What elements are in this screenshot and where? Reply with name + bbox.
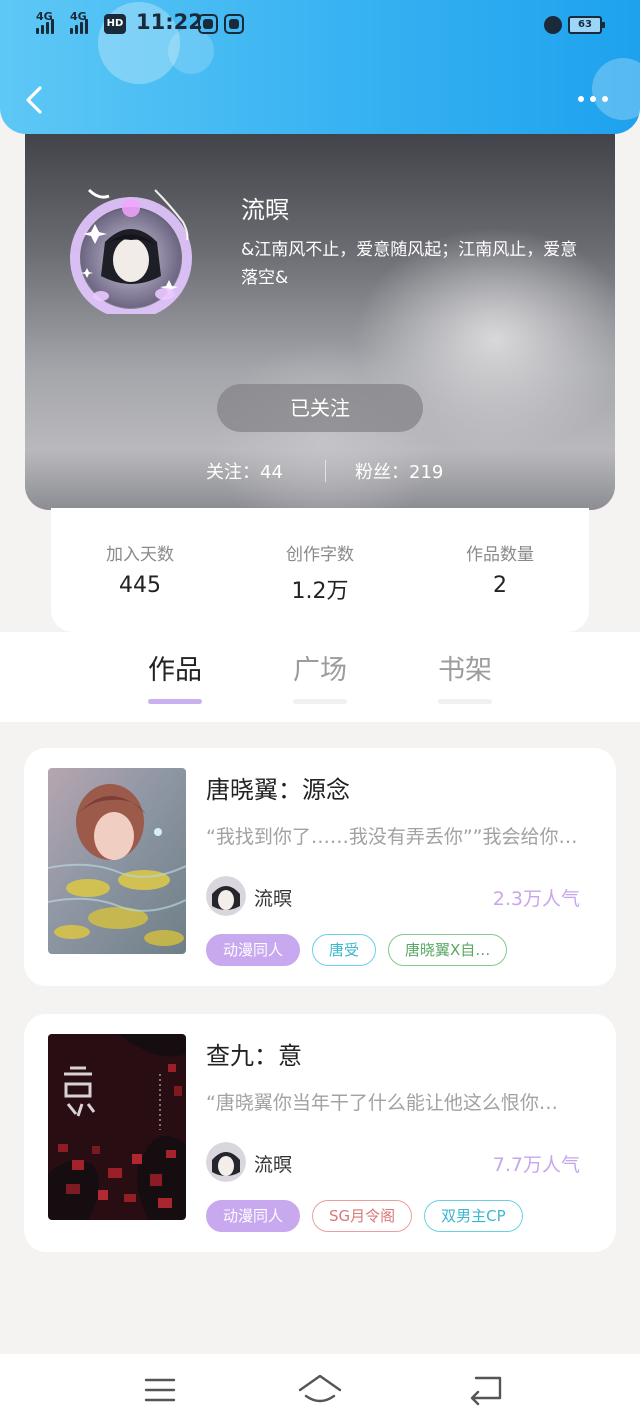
stat-label: 加入天数 [106,545,174,565]
app-notification-icon [224,14,244,34]
hd-badge: HD [104,14,126,34]
home-icon [298,1374,342,1403]
work-card[interactable]: 唐晓翼：源念 “我找到你了……我没有弄丢你””我会给你… 流暝 2.3万人气 动… [24,748,616,986]
popularity-count: 2.3万人气 [492,888,580,910]
work-cover-image[interactable] [48,768,186,954]
profile-name: 流暝 [241,196,289,224]
back-button[interactable] [18,78,52,122]
app-notification-icon [198,14,218,34]
work-title[interactable]: 唐晓翼：源念 [206,770,350,805]
follow-button[interactable]: 已关注 [217,384,423,432]
stat-label: 作品数量 [466,545,534,565]
nav-home-button[interactable] [298,1372,342,1408]
alarm-icon [544,16,562,34]
signal-icon: 4G [36,10,54,34]
nav-menu-button[interactable] [138,1372,182,1408]
following-count[interactable]: 关注：44 [206,458,283,484]
tab-bar: 作品 广场 书架 [0,632,640,722]
tag[interactable]: SG月令阁 [312,1200,413,1232]
author-name: 流暝 [254,1154,293,1176]
battery-icon: 63 [568,16,605,34]
stat-label: 创作字数 [286,545,354,565]
tab-label: 作品 [148,655,202,686]
menu-icon [144,1378,176,1402]
popularity-count: 7.7万人气 [492,1154,580,1176]
system-nav-bar [0,1354,640,1428]
stat-value: 2 [493,573,507,598]
top-header: 4G 4G HD 11:22 63 [0,0,640,134]
work-card[interactable]: 查九：意 “唐晓翼你当年干了什么能让他这么恨你… 流暝 7.7万人气 动漫同人 … [24,1014,616,1252]
tab-label: 书架 [438,655,492,686]
stat-value: 445 [119,573,161,598]
work-excerpt: “我找到你了……我没有弄丢你””我会给你… [206,826,578,848]
profile-banner: 流暝 &江南风不止，爱意随风起；江南风止，爱意落空& 已关注 关注：44 粉丝：… [25,110,615,510]
work-cover-image[interactable] [48,1034,186,1220]
status-bar: 4G 4G HD 11:22 63 [0,8,640,42]
status-time: 11:22 [136,10,203,34]
nav-back-button[interactable] [466,1372,510,1408]
profile-bio: &江南风不止，爱意随风起；江南风止，爱意落空& [241,240,578,288]
tag-list: 动漫同人 唐受 唐晓翼X自… [206,934,508,966]
work-excerpt: “唐晓翼你当年干了什么能让他这么恨你… [206,1092,558,1114]
tab-label: 广场 [293,655,347,686]
tag-list: 动漫同人 SG月令阁 双男主CP [206,1200,523,1232]
tag[interactable]: 唐受 [312,934,377,966]
network-label: 4G [36,10,53,23]
tab-indicator [148,699,202,704]
tab-works[interactable]: 作品 [135,648,215,704]
profile-avatar[interactable] [65,164,205,314]
author-name: 流暝 [254,888,293,910]
network-label: 4G [70,10,87,23]
stat-works-count: 作品数量 2 [430,540,570,598]
stat-word-count: 创作字数 1.2万 [250,540,390,605]
work-title[interactable]: 查九：意 [206,1036,302,1071]
more-dots-icon [578,96,584,102]
author-avatar[interactable] [206,876,246,916]
chevron-left-icon [26,86,42,114]
tag[interactable]: 动漫同人 [206,1200,301,1232]
author-avatar[interactable] [206,1142,246,1182]
signal-icon: 4G [70,10,88,34]
return-icon [470,1376,502,1406]
more-button[interactable] [572,84,614,114]
tag[interactable]: 唐晓翼X自… [388,934,508,966]
stat-join-days: 加入天数 445 [70,540,210,598]
tab-indicator [293,699,347,704]
tab-bookshelf[interactable]: 书架 [425,648,505,704]
stats-card: 加入天数 445 创作字数 1.2万 作品数量 2 [51,508,589,632]
tag[interactable]: 双男主CP [424,1200,523,1232]
tab-square[interactable]: 广场 [280,648,360,704]
divider [325,460,326,482]
tag[interactable]: 动漫同人 [206,934,301,966]
stat-value: 1.2万 [291,579,349,604]
tab-indicator [438,699,492,704]
fans-count[interactable]: 粉丝：219 [355,458,443,484]
